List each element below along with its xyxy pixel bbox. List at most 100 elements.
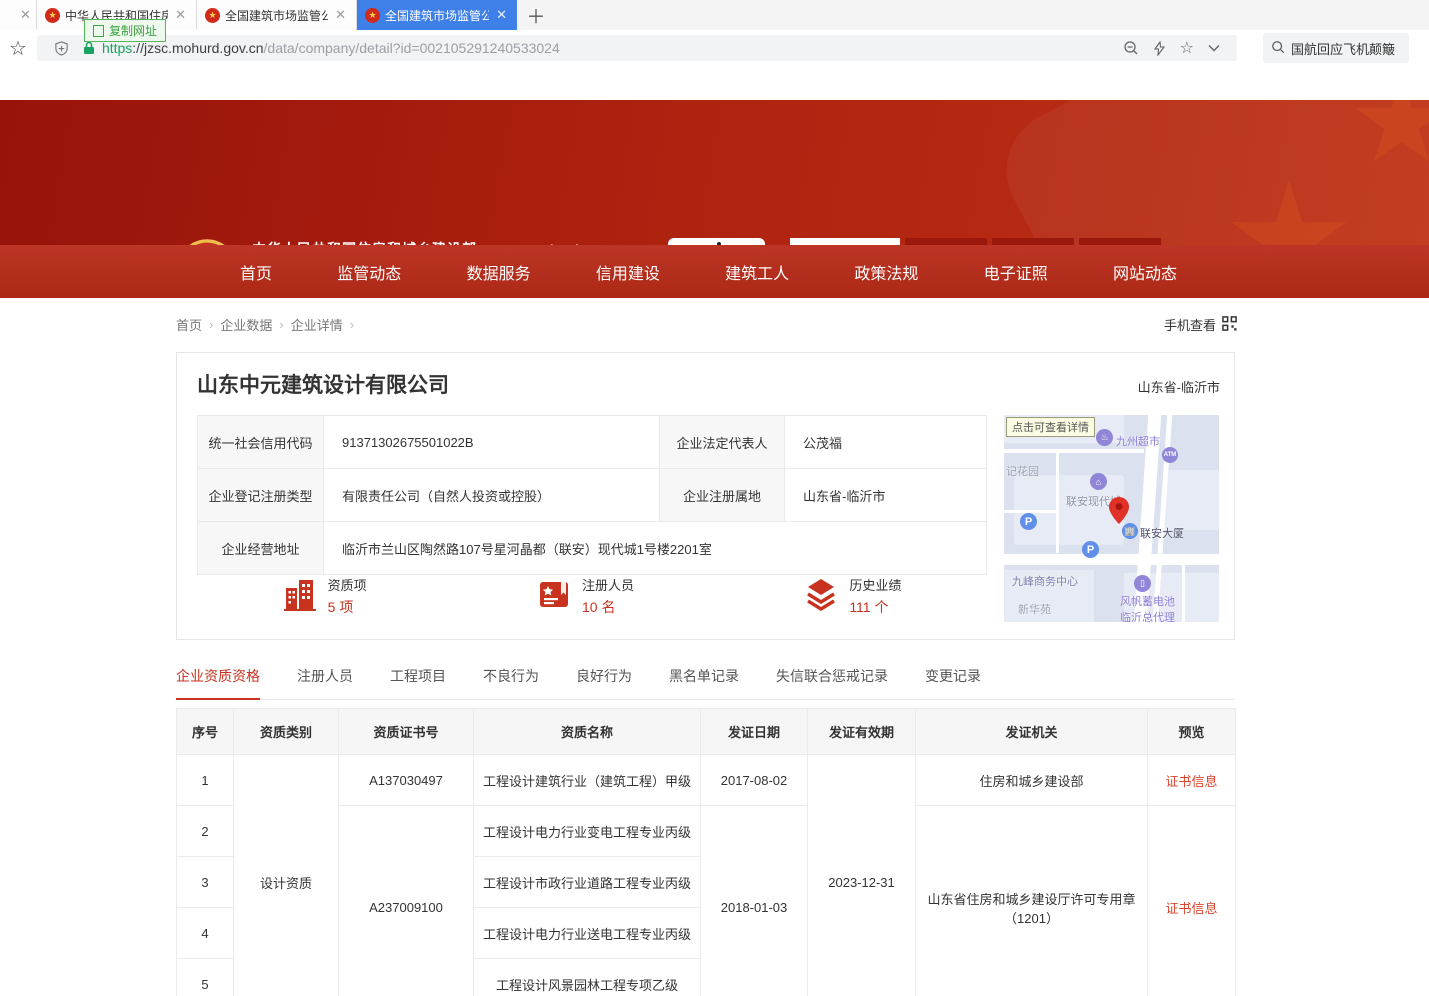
flash-icon[interactable] — [1153, 41, 1166, 56]
parking-icon[interactable]: P — [1020, 513, 1037, 530]
breadcrumb-separator: › — [209, 317, 213, 332]
company-name: 山东中元建筑设计有限公司 — [197, 369, 449, 399]
url-field[interactable]: https://jzsc.mohurd.gov.cn/data/company/… — [37, 35, 1237, 61]
url-scheme: https — [102, 40, 132, 56]
breadcrumb-separator: › — [279, 317, 283, 332]
page: 界 ✕ ★ 中华人民共和国住房和城乡建设 ✕ ★ 全国建筑市场监管公共服务平台 … — [0, 0, 1429, 996]
seq-cell: 1 — [177, 755, 234, 806]
copy-url-tooltip: 复制网址 — [84, 19, 166, 42]
copy-url-tooltip-text: 复制网址 — [109, 22, 157, 39]
nav-item-0[interactable]: 首页 — [240, 260, 272, 284]
supermarket-poi-icon[interactable]: ♨ — [1096, 429, 1113, 446]
building-icon — [282, 576, 318, 617]
layers-icon — [803, 576, 839, 617]
nav-item-4[interactable]: 建筑工人 — [725, 260, 789, 284]
stat-registered-personnel[interactable]: 注册人员 10 名 — [536, 575, 634, 617]
browser-search-box[interactable]: 国航回应飞机颠簸 — [1263, 33, 1409, 63]
copy-icon — [93, 25, 104, 37]
close-icon[interactable]: ✕ — [173, 7, 188, 23]
nav-item-6[interactable]: 电子证照 — [984, 260, 1048, 284]
stat-label: 注册人员 — [582, 575, 634, 594]
close-icon[interactable]: ✕ — [18, 7, 33, 23]
header-search-tab-3[interactable]: 诚信记录 — [1079, 238, 1161, 245]
certificate-info-link[interactable]: 证书信息 — [1165, 774, 1217, 789]
header-search-tab-1[interactable]: 从业人员 — [905, 238, 987, 245]
national-emblem-icon — [176, 238, 238, 245]
detail-tab-5[interactable]: 黑名单记录 — [669, 666, 739, 686]
detail-tab-0[interactable]: 企业资质资格 — [176, 666, 260, 686]
header-search-tab-0[interactable]: 建设工程企业 — [790, 238, 900, 245]
site-logo-block[interactable]: 中华人民共和国住房和城乡建设部 www.mohurd.gov.cn 全国建筑市场… — [176, 238, 651, 245]
map-road — [1004, 554, 1219, 565]
stat-qualifications[interactable]: 资质项 5 项 — [282, 575, 367, 617]
emblem-favicon-icon: ★ — [365, 8, 380, 23]
nav-item-5[interactable]: 政策法规 — [854, 260, 918, 284]
cert-name-cell: 工程设计风景园林工程专项乙级 — [474, 959, 701, 996]
qr-mini-icon[interactable] — [1222, 316, 1237, 334]
new-tab-button[interactable]: ＋ — [517, 0, 555, 30]
stat-value: 111 个 — [849, 597, 901, 617]
qtable-header-6: 发证机关 — [916, 709, 1148, 755]
close-icon[interactable]: ✕ — [333, 7, 348, 23]
header-search-tabs: 建设工程企业从业人员建设项目诚信记录 — [790, 238, 1237, 245]
parking-icon[interactable]: P — [1082, 541, 1099, 558]
detail-tab-7[interactable]: 变更记录 — [925, 666, 981, 686]
browser-tab-2[interactable]: ★ 全国建筑市场监管公共服务平台 ✕ — [197, 0, 357, 30]
qtable-header-1: 资质类别 — [234, 709, 339, 755]
star-icon[interactable]: ☆ — [1180, 38, 1194, 58]
location-pin-icon[interactable] — [1109, 497, 1129, 529]
company-location-map[interactable]: 点击可查看详情 ♨ 九州超市 ATM 记花园 ⌂ 联安现代城 🏢 联安大厦 P … — [1004, 415, 1219, 622]
nav-item-3[interactable]: 信用建设 — [596, 260, 660, 284]
qtable-header-7: 预览 — [1148, 709, 1236, 755]
breadcrumb: 首页›企业数据›企业详情› 手机查看 — [176, 315, 1237, 334]
qtable-header-3: 资质名称 — [474, 709, 701, 755]
seq-cell: 3 — [177, 857, 234, 908]
reg-type-value: 有限责任公司（自然人投资或控股） — [324, 469, 660, 522]
cert-name-cell: 工程设计电力行业送电工程专业丙级 — [474, 908, 701, 959]
certificate-info-link[interactable]: 证书信息 — [1165, 901, 1217, 916]
detail-tab-3[interactable]: 不良行为 — [483, 666, 539, 686]
mobile-view[interactable]: 手机查看 — [1164, 315, 1237, 334]
cert-name-cell: 工程设计电力行业变电工程专业丙级 — [474, 806, 701, 857]
battery-poi-icon[interactable]: ▯ — [1134, 575, 1151, 592]
company-card: 山东中元建筑设计有限公司 山东省-临沂市 统一社会信用代码 9137130267… — [176, 352, 1235, 640]
breadcrumb-item-2[interactable]: 企业详情 — [291, 315, 343, 334]
nav-item-1[interactable]: 监管动态 — [337, 260, 401, 284]
breadcrumb-item-0[interactable]: 首页 — [176, 315, 202, 334]
bookmark-star-icon[interactable]: ☆ — [9, 36, 27, 61]
map-road — [1004, 449, 1144, 453]
nav-item-7[interactable]: 网站动态 — [1113, 260, 1177, 284]
modern-city-poi-icon[interactable]: ⌂ — [1090, 473, 1107, 490]
legal-rep-label: 企业法定代表人 — [660, 416, 785, 469]
detail-tab-6[interactable]: 失信联合惩戒记录 — [776, 666, 888, 686]
preview-cell: 证书信息 — [1148, 755, 1236, 806]
detail-tab-2[interactable]: 工程项目 — [390, 666, 446, 686]
company-stats: 资质项 5 项 注册人员 10 名 历史业绩 111 个 — [197, 575, 986, 617]
detail-tab-4[interactable]: 良好行为 — [576, 666, 632, 686]
breadcrumb-item-1[interactable]: 企业数据 — [220, 315, 272, 334]
nav-item-2[interactable]: 数据服务 — [467, 260, 531, 284]
browser-tab-bar: 界 ✕ ★ 中华人民共和国住房和城乡建设 ✕ ★ 全国建筑市场监管公共服务平台 … — [0, 0, 1429, 30]
map-label-battery: 风帆蓄电池 临沂总代理 — [1120, 593, 1175, 622]
browser-tab-3-active[interactable]: ★ 全国建筑市场监管公共服务平台 ✕ — [357, 0, 517, 30]
qtable-header-5: 发证有效期 — [808, 709, 916, 755]
detail-tab-1[interactable]: 注册人员 — [297, 666, 353, 686]
stat-history-performance[interactable]: 历史业绩 111 个 — [803, 575, 901, 617]
breadcrumb-items: 首页›企业数据›企业详情› — [176, 315, 361, 334]
emblem-favicon-icon: ★ — [45, 8, 60, 23]
close-icon[interactable]: ✕ — [494, 7, 509, 23]
zoom-out-icon[interactable] — [1123, 40, 1139, 56]
info-row: 统一社会信用代码 91371302675501022B 企业法定代表人 公茂福 — [198, 416, 987, 469]
header-search-tab-2[interactable]: 建设项目 — [992, 238, 1074, 245]
atm-poi-icon[interactable]: ATM — [1162, 447, 1178, 463]
browser-tab-0[interactable]: 界 ✕ — [0, 0, 37, 30]
reg-region-label: 企业注册属地 — [660, 469, 785, 522]
shield-plus-icon[interactable] — [54, 41, 69, 56]
chevron-down-icon[interactable] — [1208, 44, 1220, 52]
logo-texts: 中华人民共和国住房和城乡建设部 www.mohurd.gov.cn 全国建筑市场… — [252, 238, 651, 245]
legal-rep-value: 公茂福 — [785, 416, 987, 469]
header-search-block: 建设工程企业从业人员建设项目诚信记录 搜索 — [790, 238, 1237, 245]
url-domain: ://jzsc.mohurd.gov.cn — [132, 40, 263, 56]
map-road — [1056, 453, 1059, 553]
tab-label: 全国建筑市场监管公共服务平台 — [225, 7, 328, 24]
